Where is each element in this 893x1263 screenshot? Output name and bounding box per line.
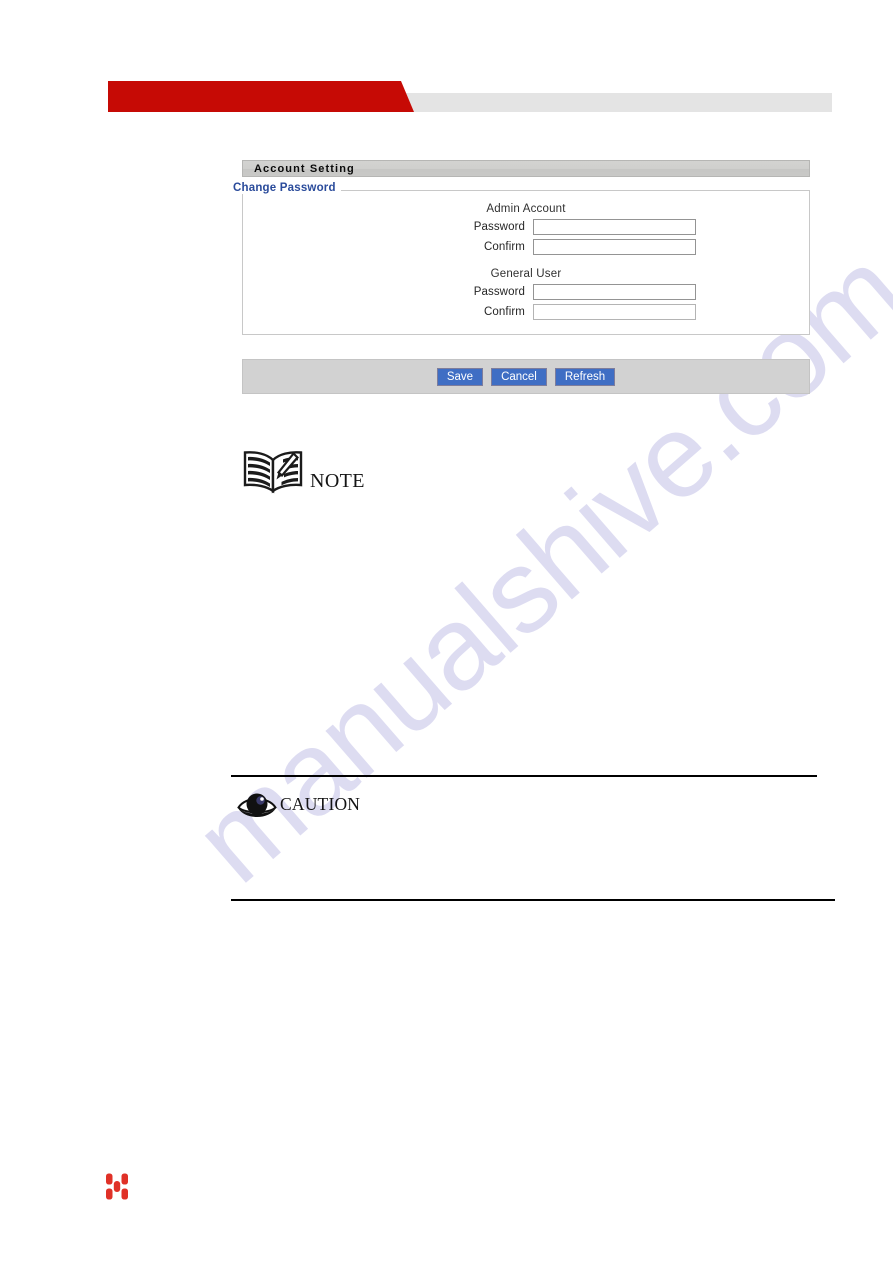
- form-button-bar: Save Cancel Refresh: [242, 359, 810, 394]
- general-confirm-row: Confirm: [243, 304, 809, 320]
- page-header-banner: [108, 81, 832, 112]
- watermark: manualshive.com: [135, 225, 893, 950]
- caution-top-rule: [231, 775, 817, 777]
- change-password-legend: Change Password: [233, 182, 341, 194]
- general-confirm-label: Confirm: [484, 306, 525, 318]
- caution-label: CAUTION: [280, 794, 361, 815]
- general-user-group-title: General User: [490, 268, 562, 280]
- cancel-button[interactable]: Cancel: [491, 367, 547, 386]
- account-setting-panel: Account Setting Change Password Admin Ac…: [233, 160, 810, 335]
- panel-title: Account Setting: [242, 160, 810, 177]
- admin-account-group-title: Admin Account: [486, 203, 566, 215]
- admin-confirm-input[interactable]: [533, 239, 696, 255]
- admin-confirm-row: Confirm: [243, 239, 809, 255]
- admin-password-row: Password: [243, 219, 809, 235]
- change-password-fieldset: Change Password Admin Account Password C…: [233, 182, 810, 335]
- refresh-button[interactable]: Refresh: [554, 367, 616, 386]
- note-label: NOTE: [310, 470, 365, 492]
- h-mark-logo: [106, 1173, 128, 1200]
- eye-icon: [237, 793, 277, 817]
- save-button[interactable]: Save: [436, 367, 484, 386]
- admin-password-label: Password: [473, 221, 525, 233]
- note-admonition: NOTE: [240, 448, 365, 494]
- admin-password-input[interactable]: [533, 219, 696, 235]
- general-password-input[interactable]: [533, 284, 696, 300]
- open-book-pen-icon: [243, 451, 303, 494]
- general-confirm-input[interactable]: [533, 304, 696, 320]
- admin-confirm-label: Confirm: [484, 241, 525, 253]
- general-password-label: Password: [473, 286, 525, 298]
- general-password-row: Password: [243, 284, 809, 300]
- header-red-accent: [108, 81, 414, 112]
- caution-admonition: CAUTION: [236, 788, 360, 822]
- caution-bottom-rule: [231, 899, 835, 901]
